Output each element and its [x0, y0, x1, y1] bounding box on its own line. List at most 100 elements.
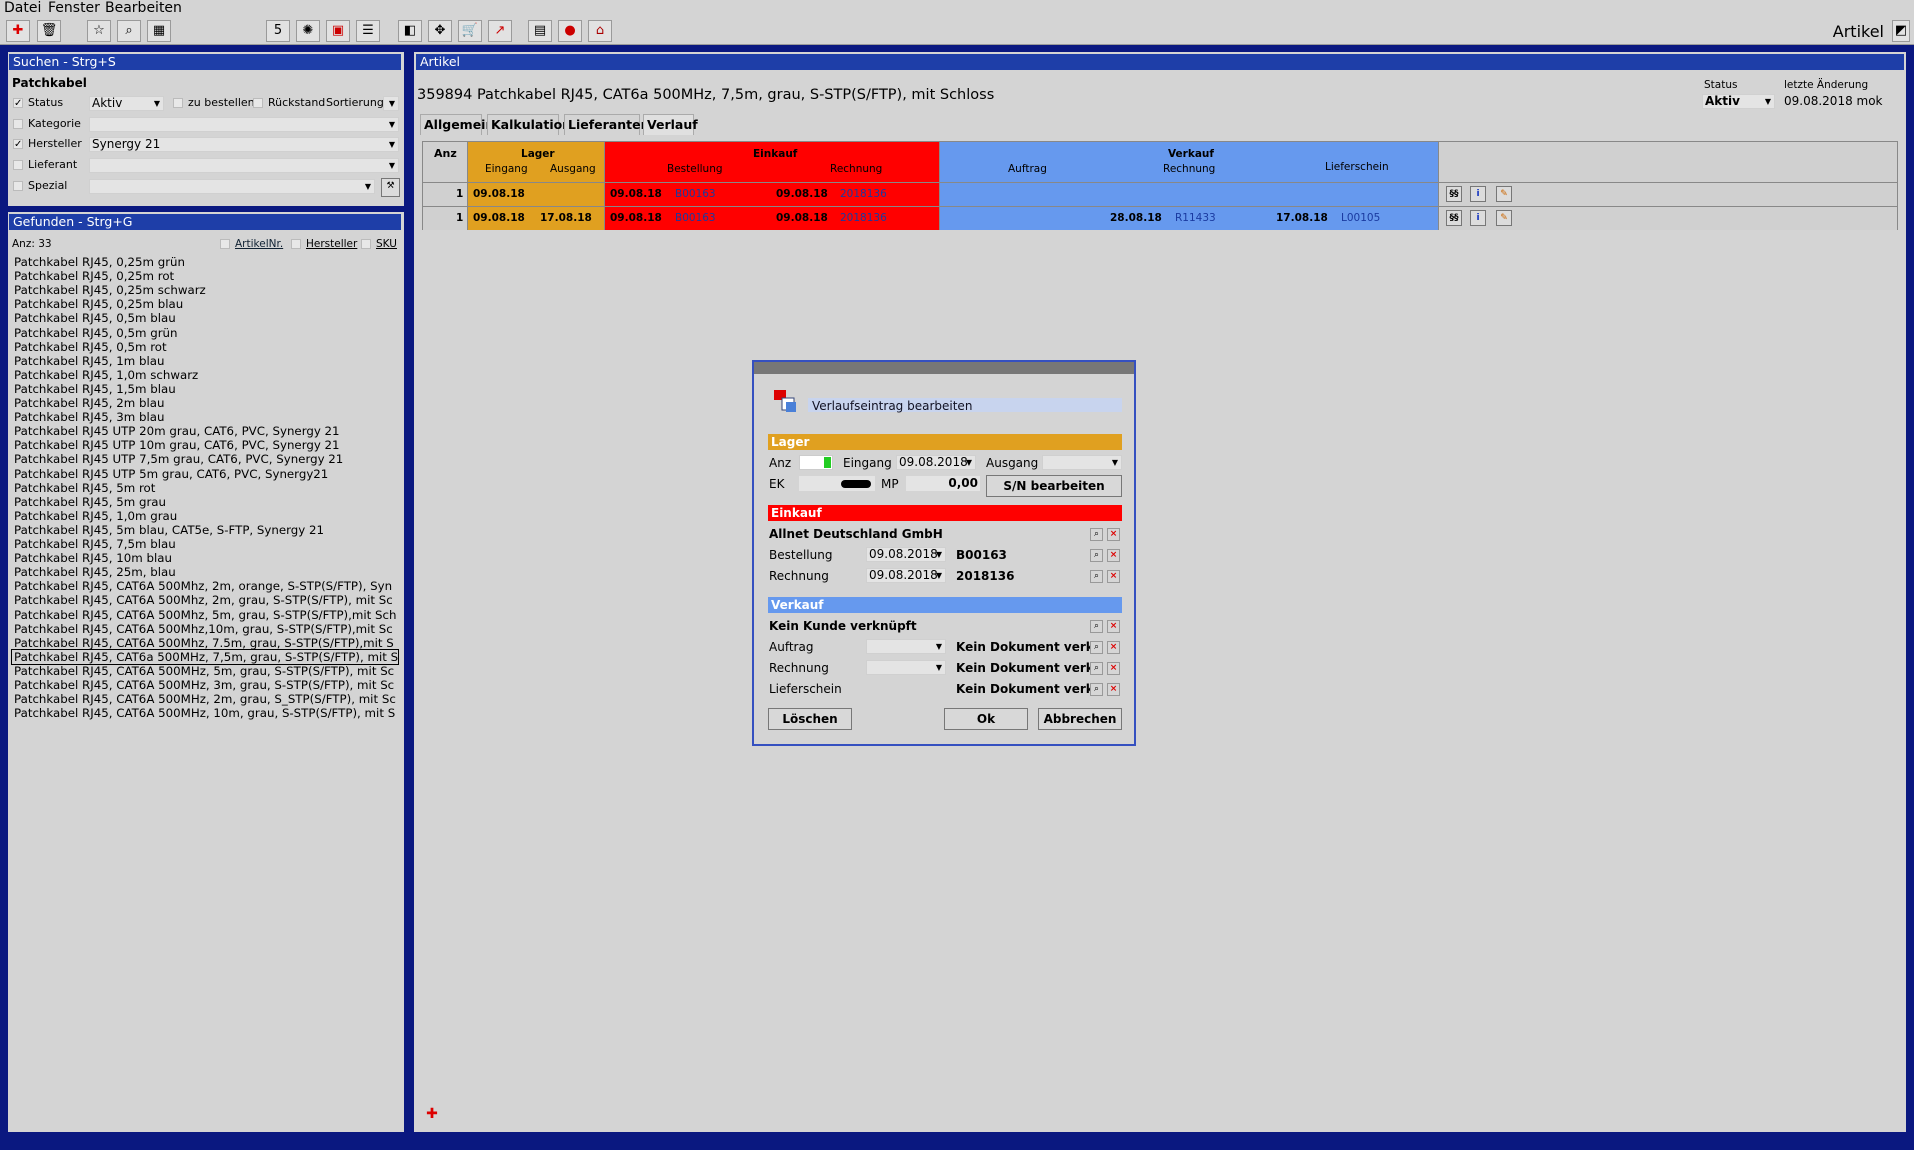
list-item[interactable]: Patchkabel RJ45, 0,5m rot — [14, 340, 399, 354]
mp-input[interactable]: 0,00 — [906, 476, 980, 491]
article-status-select[interactable]: Aktiv ▼ — [1702, 94, 1775, 109]
list-item[interactable]: Patchkabel RJ45, 25m, blau — [14, 565, 399, 579]
kategorie-checkbox[interactable] — [13, 119, 23, 129]
list-item[interactable]: Patchkabel RJ45, 3m blau — [14, 410, 399, 424]
tools-icon[interactable]: ⚒ — [381, 178, 400, 197]
row-bestellung-number[interactable]: B00163 — [675, 212, 716, 224]
window-icon[interactable]: ◧ — [398, 20, 422, 42]
menu-fenster[interactable]: Fenster — [48, 0, 100, 16]
spezial-select[interactable]: ▼ — [89, 179, 375, 194]
supplier-remove-icon[interactable]: × — [1107, 528, 1120, 541]
lieferschein-remove-icon[interactable]: × — [1107, 683, 1120, 696]
artikelnr-column[interactable]: ArtikelNr. — [235, 237, 283, 251]
rechnung-date-select[interactable]: 09.08.2018 ▼ — [866, 568, 946, 583]
list-item[interactable]: Patchkabel RJ45, CAT6A 500Mhz, 7.5m, gra… — [14, 636, 399, 650]
search-icon[interactable]: ⌕ — [117, 20, 141, 42]
bestellung-remove-icon[interactable]: × — [1107, 549, 1120, 562]
list-item[interactable]: Patchkabel RJ45, 2m blau — [14, 396, 399, 410]
list-item[interactable]: Patchkabel RJ45, 5m rot — [14, 481, 399, 495]
list-item[interactable]: Patchkabel RJ45, 0,5m blau — [14, 311, 399, 325]
paragraph-icon[interactable]: §§ — [1446, 210, 1462, 226]
window-icon-small[interactable]: ◩ — [1892, 20, 1910, 42]
list-item[interactable]: Patchkabel RJ45 UTP 10m grau, CAT6, PVC,… — [14, 438, 399, 452]
hersteller-checkbox[interactable]: ✓ — [13, 139, 23, 150]
sku-checkbox[interactable] — [361, 239, 371, 249]
hersteller-column-checkbox[interactable] — [291, 239, 301, 249]
row-rechnung-number[interactable]: 2018136 — [840, 188, 887, 200]
ausgang-date-select[interactable]: ▼ — [1042, 455, 1122, 470]
artikelnr-checkbox[interactable] — [220, 239, 230, 249]
auftrag-select[interactable]: ▼ — [866, 639, 946, 654]
list-icon[interactable]: ☰ — [356, 20, 380, 42]
status-checkbox[interactable]: ✓ — [13, 98, 23, 109]
list-item[interactable]: Patchkabel RJ45 UTP 5m grau, CAT6, PVC, … — [14, 467, 399, 481]
row-verkauf-rechnung-number[interactable]: R11433 — [1175, 212, 1216, 224]
list-item[interactable]: Patchkabel RJ45, CAT6A 500Mhz,10m, grau,… — [14, 622, 399, 636]
kunde-remove-icon[interactable]: × — [1107, 620, 1120, 633]
ek-input[interactable] — [799, 476, 875, 491]
list-item[interactable]: Patchkabel RJ45, CAT6A 500Mhz, 2m, grau,… — [14, 593, 399, 607]
list-item[interactable]: Patchkabel RJ45, 1,0m schwarz — [14, 368, 399, 382]
list-item[interactable]: Patchkabel RJ45, CAT6A 500MHz, 3m, grau,… — [14, 678, 399, 692]
kategorie-select[interactable]: ▼ — [89, 117, 399, 132]
list-item[interactable]: Patchkabel RJ45, 1,5m blau — [14, 382, 399, 396]
trash-icon[interactable]: 🗑 — [37, 20, 61, 42]
tab-lieferanten[interactable]: Lieferanten — [564, 114, 650, 135]
list-item[interactable]: Patchkabel RJ45, 5m blau, CAT5e, S-FTP, … — [14, 523, 399, 537]
list-item[interactable]: Patchkabel RJ45, CAT6A 500MHz, 10m, grau… — [14, 706, 399, 720]
list-item[interactable]: Patchkabel RJ45, 0,25m grün — [14, 255, 399, 269]
row-rechnung-number[interactable]: 2018136 — [840, 212, 887, 224]
list-item[interactable]: Patchkabel RJ45, 1m blau — [14, 354, 399, 368]
list-item[interactable]: Patchkabel RJ45, CAT6A 500Mhz, 5m, grau,… — [14, 608, 399, 622]
edit-icon[interactable]: ✎ — [1496, 186, 1512, 202]
delete-button[interactable]: Löschen — [768, 708, 852, 730]
auftrag-remove-icon[interactable]: × — [1107, 641, 1120, 654]
tab-verlauf[interactable]: Verlauf — [643, 114, 698, 135]
menu-bearbeiten[interactable]: Bearbeiten — [105, 0, 182, 16]
row-lieferschein-number[interactable]: L00105 — [1341, 212, 1380, 224]
calculator-icon[interactable]: ▦ — [147, 20, 171, 42]
bestellung-date-select[interactable]: 09.08.2018 ▼ — [866, 547, 946, 562]
chat-icon[interactable]: ● — [558, 20, 582, 42]
supplier-search-icon[interactable]: ⌕ — [1090, 528, 1103, 541]
calendar-icon[interactable]: 5 — [266, 20, 290, 42]
cart-icon[interactable]: 🛒 — [458, 20, 482, 42]
edit-icon[interactable]: ✎ — [1496, 210, 1512, 226]
list-item[interactable]: Patchkabel RJ45, CAT6A 500Mhz, 2m, orang… — [14, 579, 399, 593]
ok-button[interactable]: Ok — [944, 708, 1028, 730]
sn-edit-button[interactable]: S/N bearbeiten — [986, 475, 1122, 497]
list-item[interactable]: Patchkabel RJ45, 0,25m rot — [14, 269, 399, 283]
add-entry-icon[interactable]: ✚ — [422, 1105, 442, 1125]
row-bestellung-number[interactable]: B00163 — [675, 188, 716, 200]
chart-icon[interactable]: ↗ — [488, 20, 512, 42]
verkauf-rechnung-search-icon[interactable]: ⌕ — [1090, 662, 1103, 675]
rechnung-remove-icon[interactable]: × — [1107, 570, 1120, 583]
paragraph-icon[interactable]: §§ — [1446, 186, 1462, 202]
spezial-checkbox[interactable] — [13, 181, 23, 191]
list-item[interactable]: Patchkabel RJ45, CAT6A 500MHz, 2m, grau,… — [14, 692, 399, 706]
list-item[interactable]: Patchkabel RJ45, 5m grau — [14, 495, 399, 509]
list-item[interactable]: Patchkabel RJ45, 1,0m grau — [14, 509, 399, 523]
auftrag-search-icon[interactable]: ⌕ — [1090, 641, 1103, 654]
eingang-date-select[interactable]: 09.08.2018 ▼ — [896, 455, 976, 470]
list-item[interactable]: Patchkabel RJ45, CAT6a 500MHz, 7,5m, gra… — [11, 648, 399, 665]
verkauf-rechnung-remove-icon[interactable]: × — [1107, 662, 1120, 675]
info-icon[interactable]: i — [1470, 210, 1486, 226]
search-query[interactable]: Patchkabel — [12, 76, 87, 90]
anz-input[interactable] — [799, 455, 833, 470]
info-icon[interactable]: i — [1470, 186, 1486, 202]
book-icon[interactable]: ▤ — [528, 20, 552, 42]
kunde-search-icon[interactable]: ⌕ — [1090, 620, 1103, 633]
hersteller-select[interactable]: Synergy 21 ▼ — [89, 137, 399, 152]
list-item[interactable]: Patchkabel RJ45, 0,25m blau — [14, 297, 399, 311]
list-item[interactable]: Patchkabel RJ45, 10m blau — [14, 551, 399, 565]
lieferschein-search-icon[interactable]: ⌕ — [1090, 683, 1103, 696]
list-item[interactable]: Patchkabel RJ45, 0,5m grün — [14, 326, 399, 340]
list-item[interactable]: Patchkabel RJ45, 7,5m blau — [14, 537, 399, 551]
cancel-button[interactable]: Abbrechen — [1038, 708, 1122, 730]
tab-allgemein[interactable]: Allgemein — [420, 114, 494, 135]
sortierung-select[interactable]: ▼ — [383, 96, 399, 111]
rueckstand-checkbox[interactable] — [253, 98, 263, 108]
rechnung-search-icon[interactable]: ⌕ — [1090, 570, 1103, 583]
sku-column[interactable]: SKU — [376, 237, 397, 251]
